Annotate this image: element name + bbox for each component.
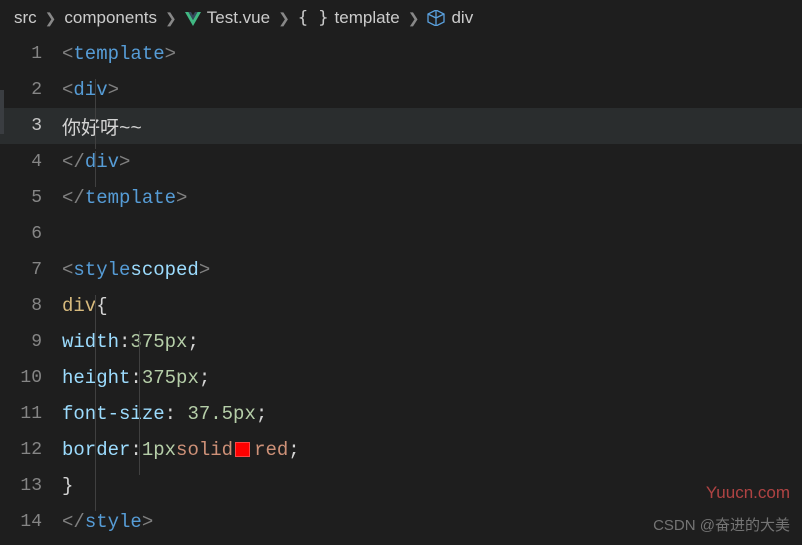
line-number: 10 (0, 368, 62, 388)
line-number: 4 (0, 152, 62, 172)
css-unit: px (233, 403, 256, 425)
code-line[interactable]: 10 height:375px; (0, 360, 802, 396)
chevron-right-icon: ❯ (278, 10, 290, 27)
css-number: 375 (130, 331, 164, 353)
css-property: height (62, 367, 130, 389)
chevron-right-icon: ❯ (408, 10, 420, 27)
css-number: 1 (142, 439, 153, 461)
watermark-site: Yuucn.com (706, 483, 790, 503)
css-value: red (254, 439, 288, 461)
vue-icon (185, 11, 201, 25)
tag-name: style (73, 259, 130, 281)
tag-open: </ (62, 187, 85, 209)
colon: : (119, 331, 130, 353)
code-editor[interactable]: 1 <template> 2 <div> 3 你好呀~~ 4 </div> 5 … (0, 36, 802, 540)
breadcrumb-components[interactable]: components (64, 8, 157, 28)
breadcrumb-template[interactable]: { } template (298, 8, 400, 28)
code-line[interactable]: 8 div{ (0, 288, 802, 324)
text-content: 你好呀~~ (62, 113, 142, 140)
css-property: font-size (62, 403, 165, 425)
breadcrumb-template-label: template (335, 8, 400, 28)
line-number: 2 (0, 80, 62, 100)
line-number: 7 (0, 260, 62, 280)
code-line[interactable]: 11 font-size: 37.5px; (0, 396, 802, 432)
line-number: 1 (0, 44, 62, 64)
breadcrumb-element-label: div (451, 8, 473, 28)
css-number: 375 (142, 367, 176, 389)
tag-close: > (108, 79, 119, 101)
tag-close: > (176, 187, 187, 209)
code-line[interactable]: 5 </template> (0, 180, 802, 216)
css-value: solid (176, 439, 233, 461)
line-number: 14 (0, 512, 62, 532)
attr-name: scoped (130, 259, 198, 281)
tag-close: > (119, 151, 130, 173)
css-property: border (62, 439, 130, 461)
tag-close: > (165, 43, 176, 65)
breadcrumb-element[interactable]: div (427, 8, 473, 28)
code-line[interactable]: 1 <template> (0, 36, 802, 72)
tag-name: div (73, 79, 107, 101)
tag-open: < (62, 43, 73, 65)
code-line[interactable]: 2 <div> (0, 72, 802, 108)
breadcrumb[interactable]: src ❯ components ❯ Test.vue ❯ { } templa… (0, 0, 802, 36)
tag-close: > (142, 511, 153, 533)
line-number: 11 (0, 404, 62, 424)
breadcrumb-src[interactable]: src (14, 8, 37, 28)
tag-name: div (85, 151, 119, 173)
colon: : (165, 403, 188, 425)
breadcrumb-file-label: Test.vue (207, 8, 270, 28)
line-number: 13 (0, 476, 62, 496)
css-number: 37.5 (187, 403, 233, 425)
css-unit: px (153, 439, 176, 461)
box-icon (427, 10, 445, 26)
watermark-credit: CSDN @奋进的大美 (653, 514, 790, 535)
chevron-right-icon: ❯ (165, 10, 177, 27)
brace-close: } (62, 475, 73, 497)
tag-name: style (85, 511, 142, 533)
tag-open: < (62, 79, 73, 101)
css-unit: px (165, 331, 188, 353)
breadcrumb-file[interactable]: Test.vue (185, 8, 270, 28)
code-line[interactable]: 6 (0, 216, 802, 252)
colon: : (130, 439, 141, 461)
color-swatch-icon[interactable] (235, 442, 250, 457)
css-property: width (62, 331, 119, 353)
line-number: 6 (0, 224, 62, 244)
line-number: 9 (0, 332, 62, 352)
css-selector: div (62, 295, 96, 317)
code-line-current[interactable]: 3 你好呀~~ (0, 108, 802, 144)
tag-name: template (73, 43, 164, 65)
tag-open: </ (62, 511, 85, 533)
css-unit: px (176, 367, 199, 389)
code-line[interactable]: 13 } (0, 468, 802, 504)
code-line[interactable]: 12 border:1px solid red; (0, 432, 802, 468)
line-number: 8 (0, 296, 62, 316)
line-number: 3 (0, 116, 62, 136)
colon: : (130, 367, 141, 389)
semicolon: ; (187, 331, 198, 353)
semicolon: ; (288, 439, 299, 461)
tag-close: > (199, 259, 210, 281)
gutter-decoration (0, 90, 4, 134)
chevron-right-icon: ❯ (45, 10, 57, 27)
line-number: 5 (0, 188, 62, 208)
tag-name: template (85, 187, 176, 209)
code-line[interactable]: 4 </div> (0, 144, 802, 180)
braces-icon: { } (298, 8, 329, 28)
brace-open: { (96, 295, 107, 317)
code-line[interactable]: 9 width:375px; (0, 324, 802, 360)
code-line[interactable]: 7 <style scoped> (0, 252, 802, 288)
line-number: 12 (0, 440, 62, 460)
tag-open: </ (62, 151, 85, 173)
tag-open: < (62, 259, 73, 281)
semicolon: ; (256, 403, 267, 425)
semicolon: ; (199, 367, 210, 389)
